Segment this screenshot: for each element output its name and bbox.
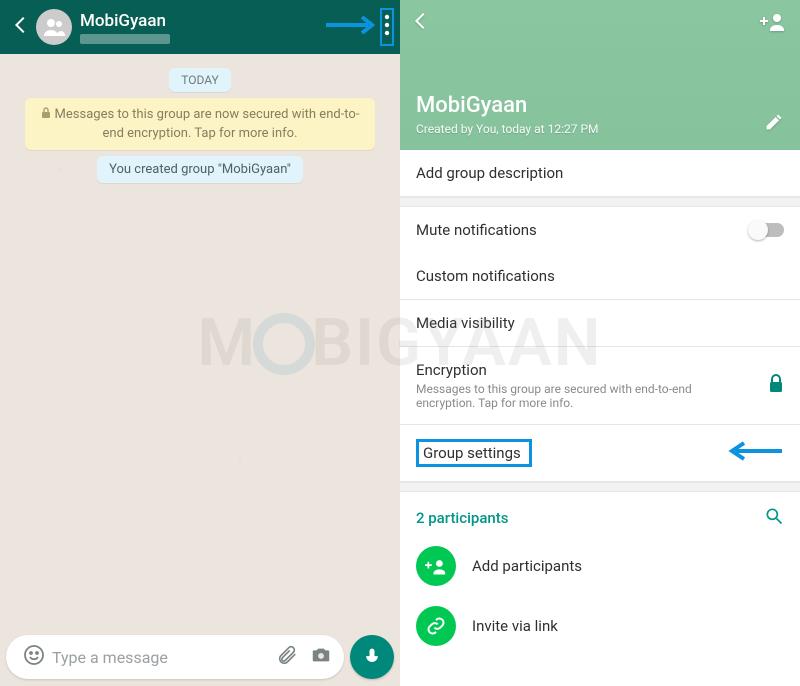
- chat-body[interactable]: TODAY Messages to this group are now sec…: [0, 54, 400, 632]
- lock-icon: [41, 107, 51, 125]
- attach-icon[interactable]: [270, 638, 304, 676]
- header-subtitle-placeholder: [80, 34, 170, 44]
- more-menu-icon[interactable]: [380, 8, 394, 46]
- invite-link-row[interactable]: Invite via link: [400, 596, 800, 656]
- add-member-icon[interactable]: [760, 11, 786, 35]
- group-info-screen: MobiGyaan Created by You, today at 12:27…: [400, 0, 800, 686]
- section-gap: [400, 197, 800, 207]
- highlight-box: Group settings: [416, 439, 532, 467]
- mic-button[interactable]: [350, 635, 394, 679]
- group-avatar[interactable]: [36, 9, 72, 45]
- system-message: You created group "MobiGyaan": [97, 156, 303, 183]
- custom-notifications-row[interactable]: Custom notifications: [400, 253, 800, 300]
- custom-notif-label: Custom notifications: [416, 267, 555, 285]
- camera-icon[interactable]: [304, 638, 338, 676]
- group-name: MobiGyaan: [80, 11, 324, 31]
- annotation-arrow-right: [324, 13, 380, 41]
- chat-header: MobiGyaan: [0, 0, 400, 54]
- invite-link-label: Invite via link: [472, 617, 558, 635]
- section-gap: [400, 482, 800, 492]
- mute-toggle[interactable]: [750, 223, 784, 237]
- search-icon[interactable]: [764, 506, 784, 530]
- group-title: MobiGyaan: [416, 93, 599, 118]
- media-visibility-label: Media visibility: [416, 314, 515, 332]
- encryption-notice[interactable]: Messages to this group are now secured w…: [25, 98, 375, 150]
- add-participants-row[interactable]: Add participants: [400, 536, 800, 596]
- add-description-label: Add group description: [416, 164, 563, 182]
- participants-header: 2 participants: [400, 492, 800, 536]
- header-title-block[interactable]: MobiGyaan: [80, 11, 324, 44]
- lock-icon: [768, 374, 784, 398]
- encryption-sublabel: Messages to this group are secured with …: [416, 382, 768, 410]
- participants-count: 2 participants: [416, 509, 509, 527]
- mute-label: Mute notifications: [416, 221, 537, 239]
- message-input-bar: [6, 634, 394, 680]
- date-chip: TODAY: [169, 68, 231, 92]
- chat-screen: MobiGyaan TODAY Messages to this group a…: [0, 0, 400, 686]
- message-input-pill: [6, 635, 344, 679]
- group-created-subtitle: Created by You, today at 12:27 PM: [416, 122, 599, 136]
- add-person-icon: [416, 546, 456, 586]
- emoji-icon[interactable]: [16, 637, 52, 677]
- message-input[interactable]: [52, 648, 270, 667]
- group-settings-row[interactable]: Group settings: [400, 425, 800, 482]
- back-icon[interactable]: [6, 10, 34, 44]
- mute-notifications-row[interactable]: Mute notifications: [400, 207, 800, 253]
- annotation-arrow-left: [722, 440, 784, 466]
- media-visibility-row[interactable]: Media visibility: [400, 300, 800, 347]
- encryption-label: Encryption: [416, 361, 768, 379]
- group-info-header: MobiGyaan Created by You, today at 12:27…: [400, 0, 800, 150]
- encryption-notice-text: Messages to this group are now secured w…: [55, 107, 360, 141]
- group-settings-label: Group settings: [419, 442, 525, 464]
- add-description-row[interactable]: Add group description: [400, 150, 800, 197]
- link-icon: [416, 606, 456, 646]
- encryption-row[interactable]: Encryption Messages to this group are se…: [400, 347, 800, 425]
- add-participants-label: Add participants: [472, 557, 582, 575]
- edit-icon[interactable]: [764, 112, 784, 136]
- back-icon[interactable]: [410, 10, 432, 36]
